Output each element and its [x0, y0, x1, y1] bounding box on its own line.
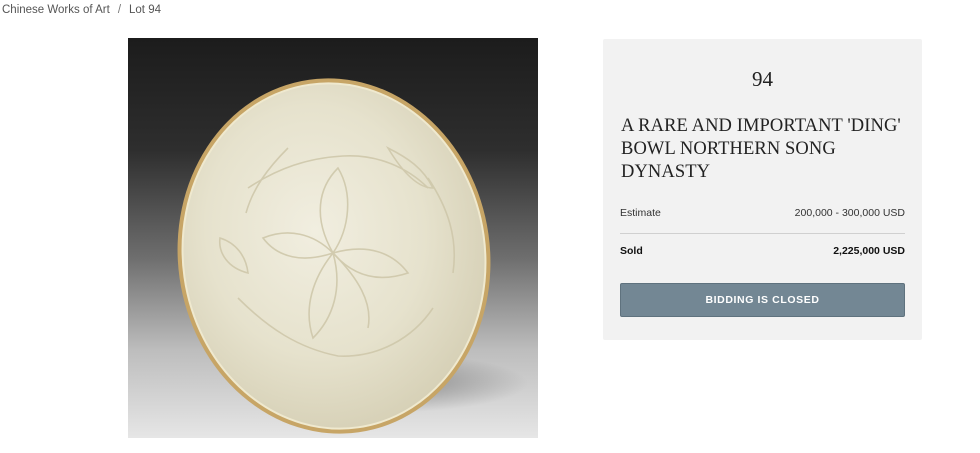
- lot-title: A RARE AND IMPORTANT 'DING' BOWL NORTHER…: [621, 116, 901, 182]
- breadcrumb: Chinese Works of Art / Lot 94: [2, 4, 161, 16]
- ding-bowl-illustration: [177, 78, 528, 434]
- breadcrumb-current: Lot 94: [129, 4, 161, 16]
- lot-number: 94: [752, 67, 773, 91]
- breadcrumb-separator: /: [117, 4, 122, 16]
- estimate-value: 200,000 - 300,000 USD: [794, 207, 905, 219]
- lot-details-panel: 94 A RARE AND IMPORTANT 'DING' BOWL NORT…: [603, 39, 922, 340]
- sold-value: 2,225,000 USD: [833, 245, 905, 257]
- lot-image[interactable]: [128, 38, 538, 438]
- sold-row: Sold 2,225,000 USD: [620, 245, 905, 257]
- estimate-label: Estimate: [620, 207, 661, 219]
- estimate-row: Estimate 200,000 - 300,000 USD: [620, 207, 905, 219]
- divider: [620, 233, 905, 234]
- sold-label: Sold: [620, 245, 643, 257]
- bidding-closed-button[interactable]: BIDDING IS CLOSED: [620, 283, 905, 317]
- breadcrumb-link-category[interactable]: Chinese Works of Art: [2, 4, 110, 16]
